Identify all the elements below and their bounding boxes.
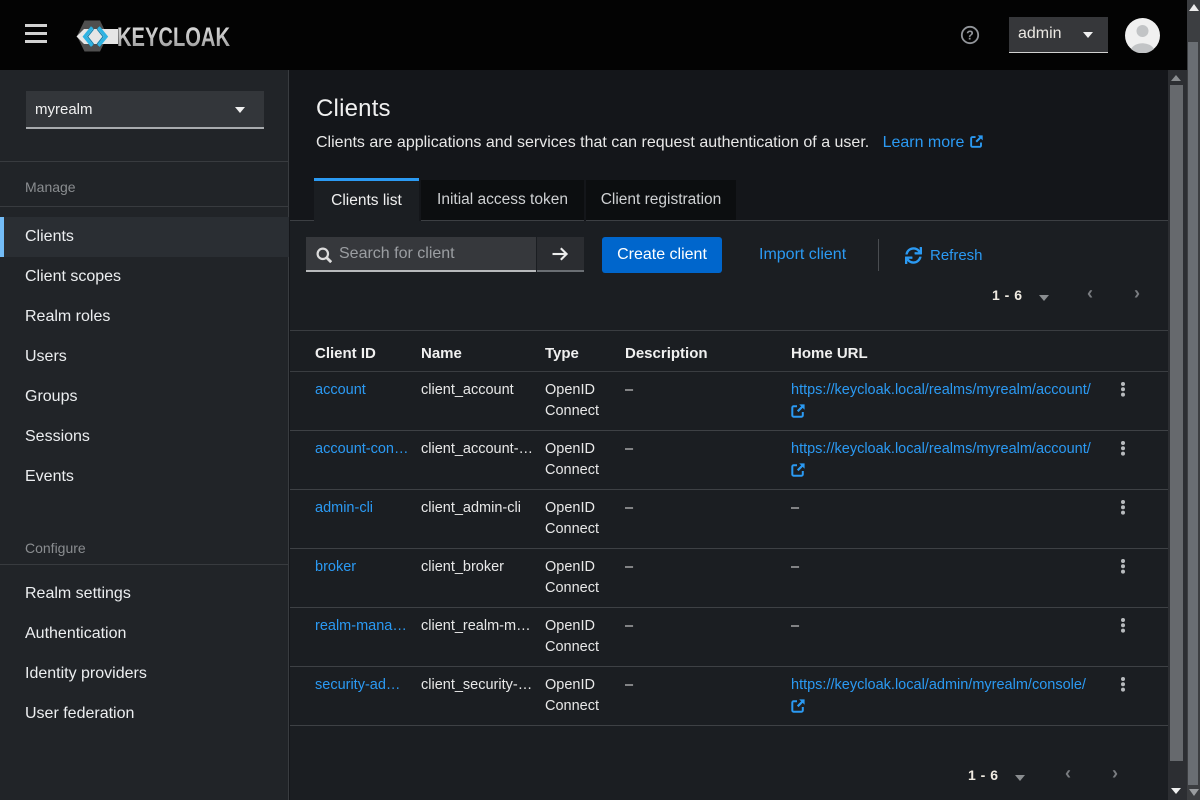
svg-text:?: ?	[966, 29, 974, 43]
svg-text:KEYCLOAK: KEYCLOAK	[117, 22, 230, 52]
